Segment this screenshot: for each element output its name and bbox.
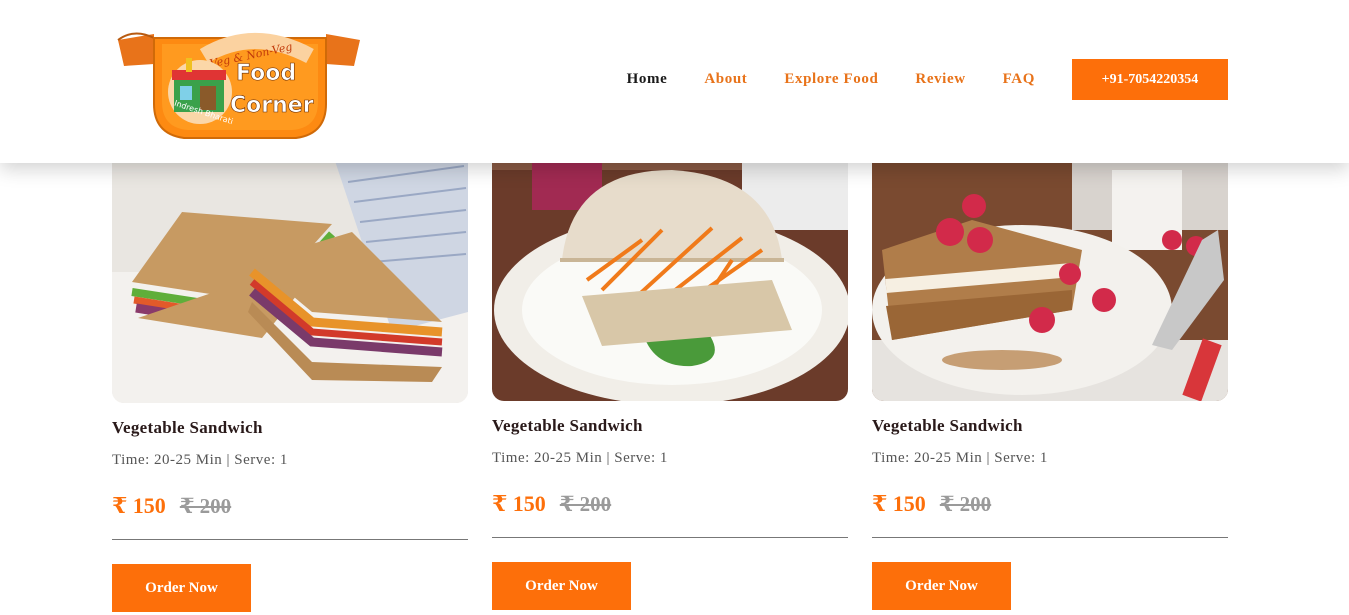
phone-button[interactable]: +91-7054220354: [1072, 59, 1228, 100]
order-now-button[interactable]: Order Now: [112, 564, 251, 612]
food-card: Vegetable Sandwich Time: 20-25 Min | Ser…: [112, 112, 468, 612]
price-original: ₹ 200: [939, 492, 992, 516]
order-now-button[interactable]: Order Now: [492, 562, 631, 610]
svg-text:Food: Food: [236, 61, 296, 86]
svg-text:Corner: Corner: [230, 93, 314, 118]
card-divider: [112, 539, 468, 540]
card-price: ₹ 150 ₹ 200: [492, 491, 848, 517]
food-card: Vegetable Sandwich Time: 20-25 Min | Ser…: [872, 110, 1228, 612]
nav-review[interactable]: Review: [915, 71, 965, 88]
nav-about[interactable]: About: [704, 71, 747, 88]
card-title: Vegetable Sandwich: [112, 418, 263, 437]
food-card-grid: Vegetable Sandwich Time: 20-25 Min | Ser…: [112, 110, 1228, 612]
price-original: ₹ 200: [559, 492, 612, 516]
card-price: ₹ 150 ₹ 200: [872, 491, 1228, 517]
nav-faq[interactable]: FAQ: [1003, 71, 1035, 88]
card-meta: Time: 20-25 Min | Serve: 1: [492, 450, 668, 466]
price-original: ₹ 200: [179, 494, 232, 518]
card-meta: Time: 20-25 Min | Serve: 1: [112, 452, 288, 468]
nav-explore-food[interactable]: Explore Food: [784, 71, 878, 88]
card-divider: [872, 537, 1228, 538]
order-now-button[interactable]: Order Now: [872, 562, 1011, 610]
nav-home[interactable]: Home: [627, 71, 668, 88]
card-meta: Time: 20-25 Min | Serve: 1: [872, 450, 1048, 466]
price-current: ₹ 150: [492, 491, 546, 516]
food-card: Vegetable Sandwich Time: 20-25 Min | Ser…: [492, 110, 848, 612]
main-nav: Home About Explore Food Review FAQ +91-7…: [627, 59, 1228, 100]
price-current: ₹ 150: [112, 493, 166, 518]
card-divider: [492, 537, 848, 538]
card-title: Vegetable Sandwich: [492, 416, 643, 435]
brand-logo[interactable]: Veg & Non-Veg Food Corner Indresh Bharat…: [114, 30, 364, 142]
card-title: Vegetable Sandwich: [872, 416, 1023, 435]
price-current: ₹ 150: [872, 491, 926, 516]
card-price: ₹ 150 ₹ 200: [112, 493, 468, 519]
site-header: Veg & Non-Veg Food Corner Indresh Bharat…: [0, 0, 1349, 163]
